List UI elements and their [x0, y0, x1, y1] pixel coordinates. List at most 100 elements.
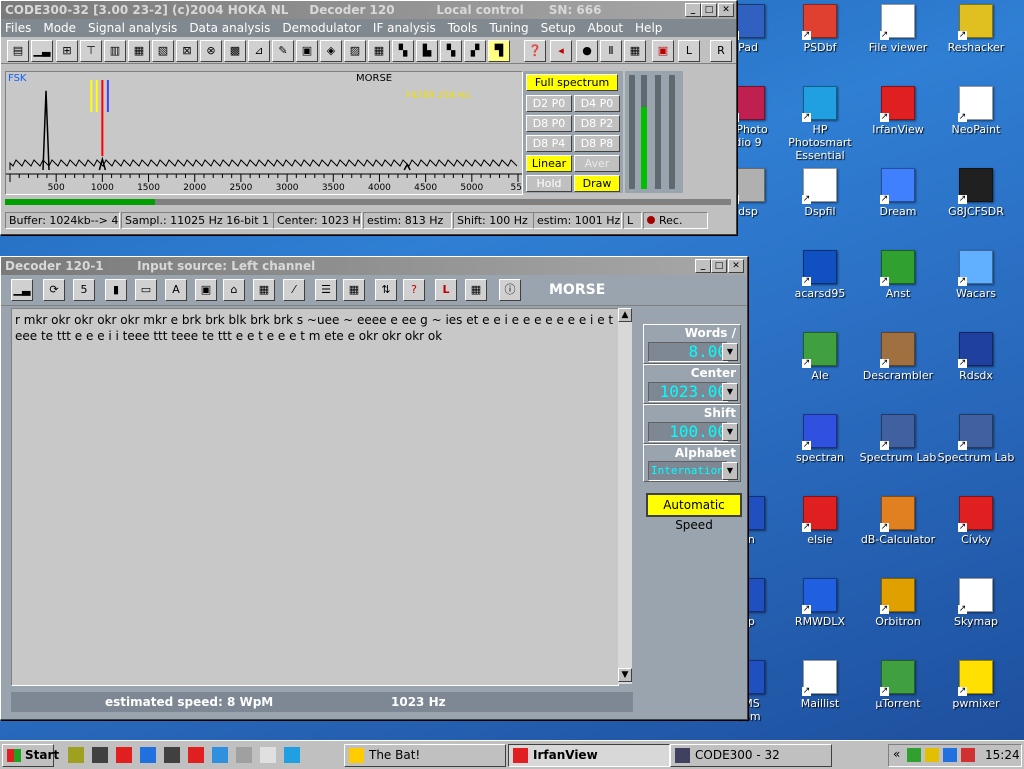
- grid-x-icon[interactable]: ⊠: [176, 40, 198, 62]
- wpm-value[interactable]: 8.00: [648, 342, 728, 362]
- tape-icon[interactable]: Ⅱ: [600, 40, 622, 62]
- alphabet-dropdown-icon[interactable]: ▼: [722, 462, 738, 480]
- spectrum-icon[interactable]: ▁▃: [31, 40, 53, 62]
- waterfall-icon[interactable]: ⊞: [56, 40, 78, 62]
- decoder-close-button[interactable]: ✕: [728, 259, 744, 273]
- menu-item[interactable]: Data analysis: [189, 21, 270, 35]
- shift-value[interactable]: 100.00: [648, 422, 728, 442]
- minimize-button[interactable]: _: [685, 3, 701, 17]
- desktop-icon[interactable]: Maillist: [780, 660, 860, 710]
- cross-icon[interactable]: ⊿: [248, 40, 270, 62]
- desktop-icon[interactable]: HP Photosmart Essential: [780, 86, 860, 162]
- ql-save-icon[interactable]: [164, 747, 180, 763]
- text-scrollbar[interactable]: ▲ ▼: [618, 308, 632, 684]
- desktop-icon[interactable]: Dream: [858, 168, 938, 218]
- save-icon[interactable]: ▮: [105, 279, 127, 301]
- desktop-icon[interactable]: IrfanView: [858, 86, 938, 136]
- speed-icon[interactable]: 5: [73, 279, 95, 301]
- chart-icon[interactable]: ▚: [392, 40, 414, 62]
- ql-opera-icon[interactable]: [116, 747, 132, 763]
- desktop-icon[interactable]: spectran: [780, 414, 860, 464]
- tray-icon-2[interactable]: [925, 748, 939, 762]
- start-button[interactable]: Start: [2, 744, 59, 767]
- desktop-icon[interactable]: Rdsdx: [936, 332, 1016, 382]
- right-channel-icon[interactable]: L: [678, 40, 700, 62]
- menu-item[interactable]: Tools: [448, 21, 478, 35]
- desktop-icon[interactable]: Reshacker: [936, 4, 1016, 54]
- bits-icon[interactable]: ▜: [488, 40, 510, 62]
- decoder-minimize-button[interactable]: _: [695, 259, 711, 273]
- wpm-dropdown-icon[interactable]: ▼: [722, 343, 738, 361]
- decoder-window-titlebar[interactable]: Decoder 120-1 Input source: Left channel…: [1, 257, 747, 275]
- tape2-icon[interactable]: ▦: [624, 40, 646, 62]
- menu-item[interactable]: IF analysis: [373, 21, 436, 35]
- d8p4-button[interactable]: D8 P4: [526, 135, 572, 152]
- d8p8-button[interactable]: D8 P8: [574, 135, 620, 152]
- hold-button[interactable]: Hold: [526, 175, 572, 192]
- info-icon[interactable]: ⓘ: [499, 279, 521, 301]
- ql-icon-2[interactable]: [92, 747, 108, 763]
- scroll-down-button[interactable]: ▼: [618, 668, 632, 682]
- tray-icon-4[interactable]: [961, 748, 975, 762]
- status-rec[interactable]: Rec.: [643, 212, 708, 229]
- bar-analysis-icon[interactable]: ▥: [104, 40, 126, 62]
- edit-icon[interactable]: ✎: [272, 40, 294, 62]
- ql-browser-icon[interactable]: [284, 747, 300, 763]
- circle-grid-icon[interactable]: ⊗: [200, 40, 222, 62]
- d8p0-button[interactable]: D8 P0: [526, 115, 572, 132]
- info-icon[interactable]: R: [710, 40, 732, 62]
- desktop-icon[interactable]: acarsd95: [780, 250, 860, 300]
- desktop-icon[interactable]: Spectrum Lab: [858, 414, 938, 464]
- menu-item[interactable]: Demodulator: [282, 21, 361, 35]
- desktop-icon[interactable]: RMWDLX: [780, 578, 860, 628]
- alphabet-select[interactable]: International: [648, 461, 737, 481]
- shift-dropdown-icon[interactable]: ▼: [722, 423, 738, 441]
- desktop-icon[interactable]: Orbitron: [858, 578, 938, 628]
- tray-icon-3[interactable]: [943, 748, 957, 762]
- menu-item[interactable]: Tuning: [489, 21, 528, 35]
- d8p2-button[interactable]: D8 P2: [574, 115, 620, 132]
- grid-icon[interactable]: ▧: [152, 40, 174, 62]
- options-icon[interactable]: ▦: [253, 279, 275, 301]
- menu-item[interactable]: Setup: [541, 21, 576, 35]
- desktop-icon[interactable]: PSDbf: [780, 4, 860, 54]
- tuning-icon[interactable]: ⊤: [80, 40, 102, 62]
- left-channel-icon[interactable]: L: [435, 279, 457, 301]
- automatic-speed-button[interactable]: Automatic Speed: [646, 493, 742, 532]
- tray-expand-icon[interactable]: «: [893, 747, 900, 761]
- scroll-up-button[interactable]: ▲: [618, 308, 632, 322]
- refresh-icon[interactable]: ⟳: [43, 279, 65, 301]
- d4p0-button[interactable]: D4 P0: [574, 95, 620, 112]
- pattern-icon[interactable]: ◈: [320, 40, 342, 62]
- updown-icon[interactable]: ⇅: [375, 279, 397, 301]
- histogram-icon[interactable]: ▩: [224, 40, 246, 62]
- ql-ie-icon[interactable]: [140, 747, 156, 763]
- taskbar-button[interactable]: IrfanView: [508, 744, 670, 767]
- linear-button[interactable]: Linear: [526, 155, 572, 172]
- desktop-icon[interactable]: Wacars: [936, 250, 1016, 300]
- desktop-icon[interactable]: Skymap: [936, 578, 1016, 628]
- menu-item[interactable]: Signal analysis: [88, 21, 177, 35]
- stripes-icon[interactable]: ▨: [344, 40, 366, 62]
- filter-icon[interactable]: ⁄: [283, 279, 305, 301]
- pause-icon[interactable]: ●: [576, 40, 598, 62]
- menu-item[interactable]: Mode: [43, 21, 76, 35]
- text-icon[interactable]: ☰: [315, 279, 337, 301]
- center-value[interactable]: 1023.00: [648, 382, 728, 402]
- center-dropdown-icon[interactable]: ▼: [722, 383, 738, 401]
- draw-button[interactable]: Draw: [574, 175, 620, 192]
- decoder-window[interactable]: Decoder 120-1 Input source: Left channel…: [0, 256, 748, 720]
- font-icon[interactable]: A: [165, 279, 187, 301]
- desktop-icon[interactable]: Cívky: [936, 496, 1016, 546]
- desktop-icon[interactable]: File viewer: [858, 4, 938, 54]
- menu-item[interactable]: Help: [635, 21, 662, 35]
- clock[interactable]: 15:24: [985, 748, 1020, 762]
- taskbar-button[interactable]: The Bat!: [344, 744, 506, 767]
- full-spectrum-button[interactable]: Full spectrum: [526, 74, 618, 91]
- menu-item[interactable]: About: [588, 21, 623, 35]
- binoculars-icon[interactable]: ⌂: [223, 279, 245, 301]
- desktop-icon[interactable]: Spectrum Lab: [936, 414, 1016, 464]
- desktop-icon[interactable]: Ale: [780, 332, 860, 382]
- speaker-icon[interactable]: ❓: [524, 40, 546, 62]
- aver-button[interactable]: Aver: [574, 155, 620, 172]
